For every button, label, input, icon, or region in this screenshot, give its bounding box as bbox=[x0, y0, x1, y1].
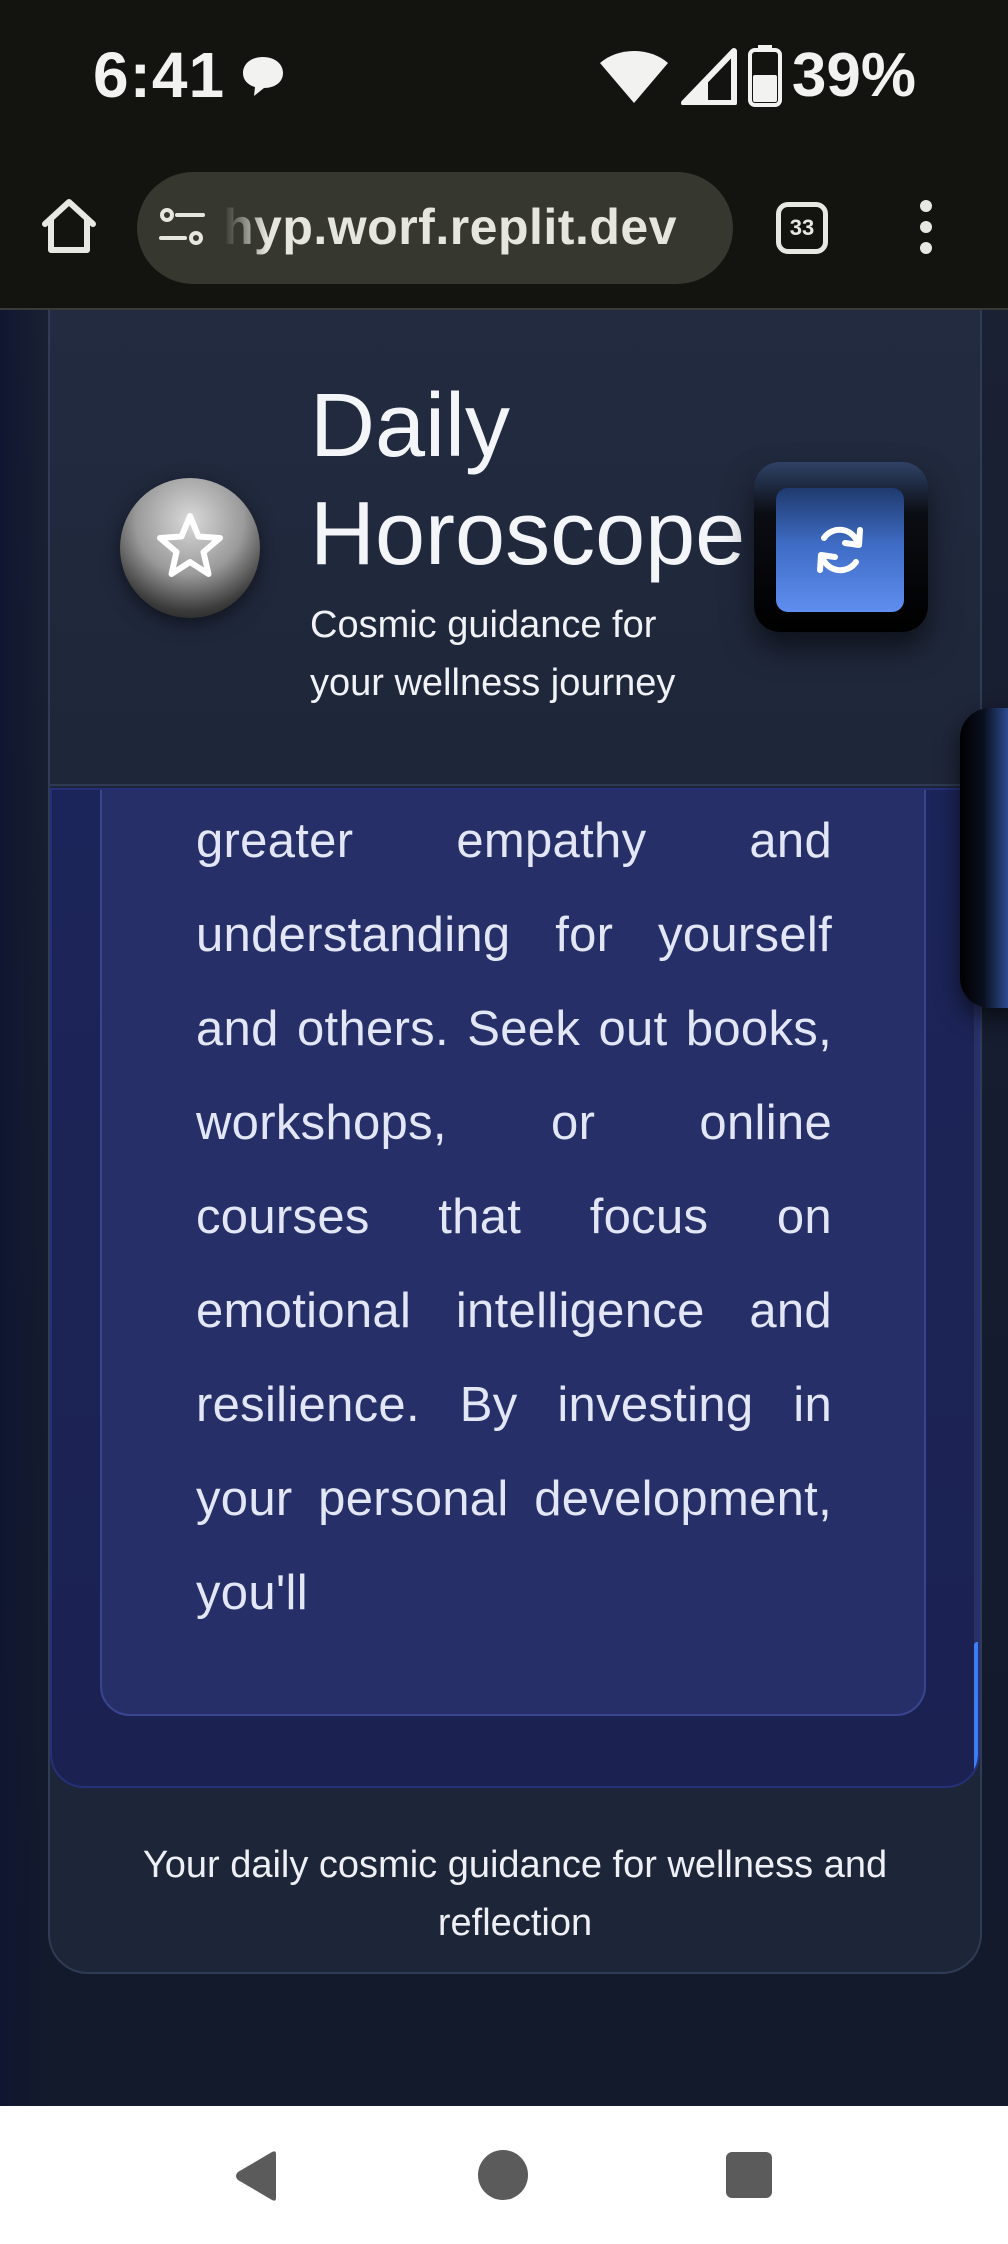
page-viewport: Daily Horoscope Cosmic guidance for your… bbox=[0, 310, 1008, 2106]
page-subtitle: Cosmic guidance for your wellness journe… bbox=[310, 604, 676, 704]
horoscope-reading-text: greater empathy and understanding for yo… bbox=[196, 814, 832, 1620]
site-settings-icon[interactable] bbox=[159, 206, 205, 248]
background-glow bbox=[0, 310, 48, 2106]
reading-content-box: greater empathy and understanding for yo… bbox=[100, 790, 926, 1716]
horoscope-card: Daily Horoscope Cosmic guidance for your… bbox=[48, 310, 982, 1974]
address-bar[interactable]: hyp.worf.replit.dev bbox=[137, 172, 733, 284]
status-bar: 6:41 39% bbox=[0, 0, 1008, 154]
cell-signal-icon bbox=[680, 47, 737, 105]
url-fade bbox=[219, 192, 267, 264]
side-card-peek[interactable] bbox=[960, 708, 1008, 1008]
refresh-icon bbox=[817, 526, 863, 574]
chat-bubble-icon bbox=[243, 57, 283, 96]
url-text[interactable]: hyp.worf.replit.dev bbox=[223, 198, 723, 258]
home-icon[interactable] bbox=[40, 198, 98, 254]
footer-tagline: Your daily cosmic guidance for wellness … bbox=[142, 1844, 888, 1944]
nav-home-icon[interactable] bbox=[478, 2150, 528, 2200]
card-header: Daily Horoscope Cosmic guidance for your… bbox=[50, 310, 980, 786]
tabs-icon[interactable]: 33 bbox=[776, 202, 828, 254]
recents-icon[interactable] bbox=[726, 2152, 772, 2198]
battery-icon bbox=[747, 44, 782, 107]
star-icon bbox=[157, 513, 223, 577]
scrollbar-thumb[interactable] bbox=[974, 1642, 978, 1772]
zodiac-avatar bbox=[120, 478, 260, 618]
battery-percentage: 39% bbox=[791, 41, 916, 110]
refresh-button[interactable] bbox=[754, 462, 928, 632]
status-time: 6:41 bbox=[93, 39, 226, 111]
reading-panel[interactable]: greater empathy and understanding for yo… bbox=[50, 788, 980, 1788]
page-title: Daily Horoscope bbox=[310, 376, 746, 584]
system-nav-bar bbox=[0, 2106, 1008, 2244]
more-menu-icon[interactable] bbox=[920, 200, 932, 263]
back-icon[interactable] bbox=[232, 2150, 280, 2202]
browser-toolbar: hyp.worf.replit.dev 33 bbox=[0, 154, 1008, 310]
refresh-button-face[interactable] bbox=[776, 488, 904, 612]
wifi-icon bbox=[599, 50, 668, 103]
